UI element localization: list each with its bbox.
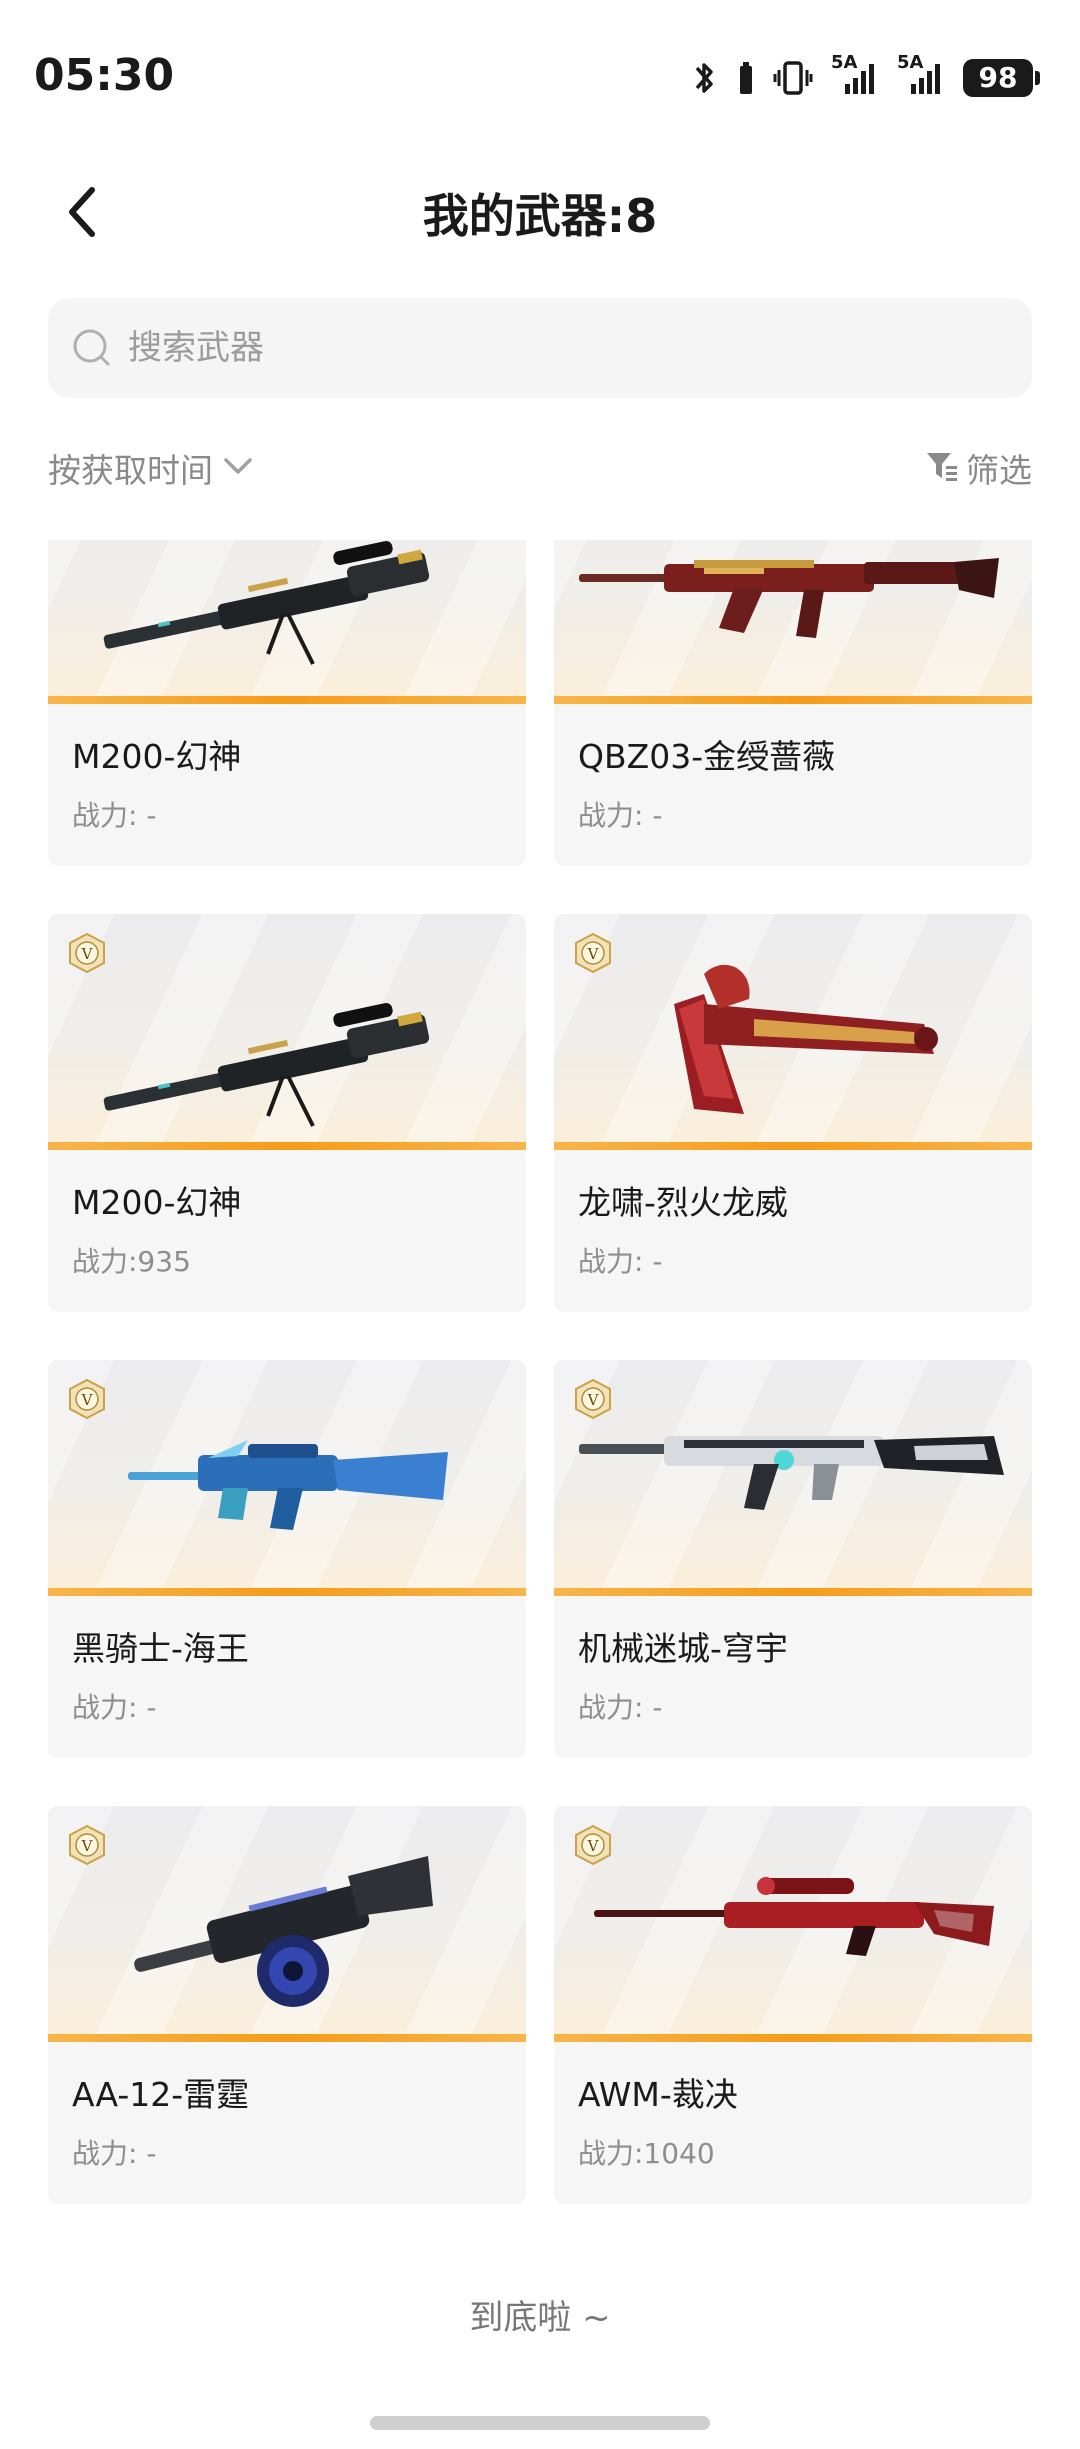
weapon-image: V	[48, 914, 526, 1150]
sniper-rifle-image	[103, 541, 430, 665]
sort-filter-row: 按获取时间 筛选	[48, 440, 1032, 500]
weapon-card[interactable]: V 龙啸-烈火龙威 战力: -	[554, 914, 1032, 1312]
search-input[interactable]	[128, 328, 948, 368]
sniper-rifle-image	[594, 1877, 994, 1956]
weapon-power: 战力: -	[72, 2137, 157, 2170]
weapon-grid: M200-幻神 战力: - QBZ03-金绶蔷薇 战力: - V M200-幻神…	[48, 540, 1032, 2204]
weapon-power: 战力: -	[578, 1691, 663, 1724]
weapon-image: V	[48, 1806, 526, 2042]
search-bar[interactable]	[48, 298, 1032, 398]
weapon-image	[48, 540, 526, 704]
sniper-rifle-image	[103, 1003, 430, 1127]
assault-rifle-image	[579, 558, 999, 638]
signal-icon: 5A	[831, 54, 879, 98]
weapon-power: 战力:935	[72, 1245, 191, 1278]
weapon-card[interactable]: M200-幻神 战力: -	[48, 540, 526, 866]
sort-dropdown[interactable]: 按获取时间	[48, 444, 255, 492]
rarity-bar	[554, 1588, 1032, 1596]
weapon-list[interactable]: M200-幻神 战力: - QBZ03-金绶蔷薇 战力: - V M200-幻神…	[0, 540, 1080, 2240]
assault-rifle-image	[128, 1440, 448, 1530]
weapon-name: 机械迷城-穹宇	[578, 1629, 788, 1668]
weapon-card[interactable]: V AWM-裁决 战力:1040	[554, 1806, 1032, 2204]
weapon-image: V	[554, 914, 1032, 1150]
weapon-name: 黑骑士-海王	[72, 1629, 249, 1668]
weapon-card[interactable]: V M200-幻神 战力:935	[48, 914, 526, 1312]
weapon-power: 战力: -	[72, 799, 157, 832]
weapon-card[interactable]: V AA-12-雷霆 战力: -	[48, 1806, 526, 2204]
end-of-list-text: 到底啦 ~	[469, 2298, 611, 2338]
weapon-image: V	[554, 1806, 1032, 2042]
rarity-bar	[554, 1142, 1032, 1150]
weapon-card[interactable]: V 黑骑士-海王 战力: -	[48, 1360, 526, 1758]
filter-label: 筛选	[966, 451, 1032, 490]
bluetooth-icon	[689, 58, 719, 98]
status-bar: 05:30 5A 5A 98	[0, 0, 1080, 160]
page-header: 我的武器:8	[0, 160, 1080, 270]
sort-label: 按获取时间	[48, 451, 213, 490]
home-indicator[interactable]	[370, 2416, 710, 2430]
weapon-name: AWM-裁决	[578, 2075, 738, 2114]
weapon-card[interactable]: QBZ03-金绶蔷薇 战力: -	[554, 540, 1032, 866]
status-icons: 5A 5A 98	[689, 54, 1040, 100]
rarity-bar	[554, 2034, 1032, 2042]
weapon-name: AA-12-雷霆	[72, 2075, 250, 2114]
page-title: 我的武器:8	[422, 189, 658, 243]
status-time: 05:30	[34, 50, 175, 101]
assault-rifle-image	[579, 1436, 1004, 1510]
battery-level: 98	[963, 59, 1033, 97]
weapons-page: 05:30 5A 5A 98 我的武器:8 搜索武器 按获取时间 筛选 M200…	[0, 0, 1080, 2449]
battery-icon: 98	[963, 59, 1040, 97]
rarity-bar	[48, 696, 526, 704]
weapon-name: QBZ03-金绶蔷薇	[578, 737, 836, 776]
chevron-down-icon	[221, 451, 255, 485]
weapon-power: 战力: -	[578, 799, 663, 832]
search-icon	[70, 326, 114, 370]
battery-small-icon	[737, 58, 755, 98]
weapon-name: 龙啸-烈火龙威	[578, 1183, 788, 1222]
weapon-power: 战力:1040	[578, 2137, 715, 2170]
filter-button[interactable]: 筛选	[924, 444, 1032, 492]
rarity-bar	[48, 2034, 526, 2042]
rarity-bar	[48, 1588, 526, 1596]
weapon-image: V	[48, 1360, 526, 1596]
rarity-bar	[48, 1142, 526, 1150]
weapon-power: 战力: -	[578, 1245, 663, 1278]
weapon-name: M200-幻神	[72, 1183, 242, 1222]
axe-image	[674, 964, 938, 1114]
shotgun-image	[134, 1856, 433, 2007]
vibrate-icon	[773, 58, 813, 98]
weapon-name: M200-幻神	[72, 737, 242, 776]
signal-icon: 5A	[897, 54, 945, 98]
rarity-bar	[554, 696, 1032, 704]
weapon-image: V	[554, 1360, 1032, 1596]
weapon-power: 战力: -	[72, 1691, 157, 1724]
weapon-card[interactable]: V 机械迷城-穹宇 战力: -	[554, 1360, 1032, 1758]
filter-icon	[924, 448, 960, 488]
weapon-image	[554, 540, 1032, 704]
